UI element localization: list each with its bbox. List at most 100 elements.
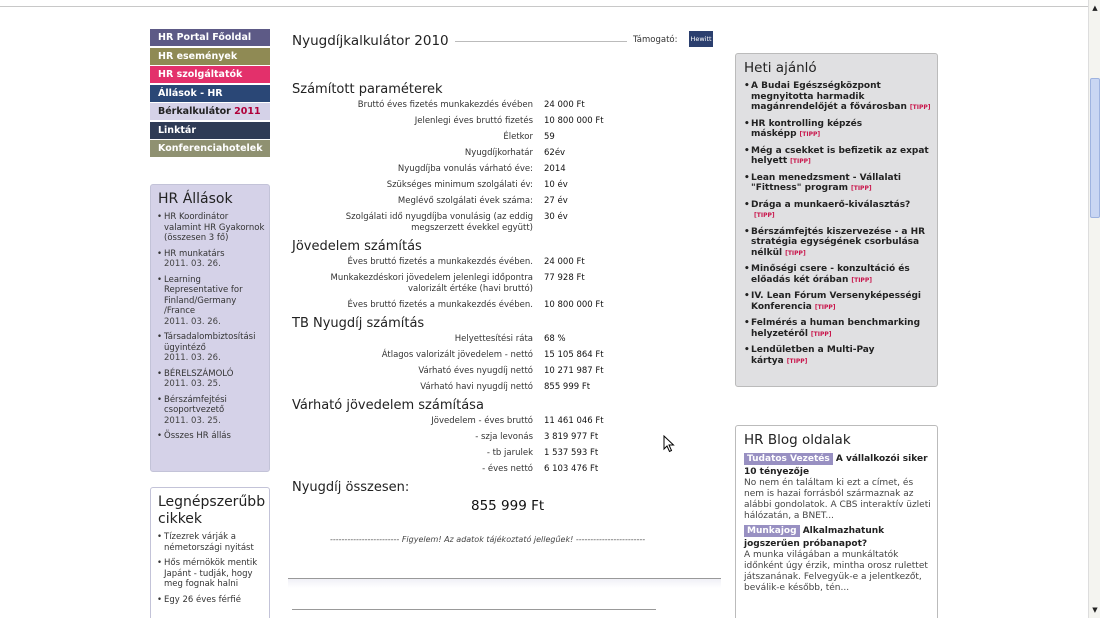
calc-row-label: Éves bruttó fizetés a munkakezdés évében… bbox=[347, 257, 533, 267]
heti-item[interactable]: HR kontrolling képzés másképp[TIPP] bbox=[744, 119, 931, 141]
heti-item[interactable]: Lean menedzsment - Vállalati "Fittness" … bbox=[744, 173, 931, 195]
calc-row: Jelenlegi éves bruttó fizetés 10 800 000 … bbox=[292, 116, 722, 127]
calc-row-value: 2014 bbox=[544, 164, 566, 174]
sponsor-label: Támogató: bbox=[633, 35, 678, 45]
nav-item[interactable]: HR események bbox=[150, 47, 270, 65]
calc-row-value: 24 000 Ft bbox=[544, 257, 585, 267]
nav-item[interactable]: Konferenciahotelek bbox=[150, 140, 270, 157]
tipp-badge[interactable]: [TIPP] bbox=[815, 304, 836, 311]
tipp-badge[interactable]: [TIPP] bbox=[851, 185, 872, 192]
calc-row: Éves bruttó fizetés a munkakezdés évében… bbox=[292, 300, 722, 311]
calc-row-value: 10 800 000 Ft bbox=[544, 116, 604, 126]
hr-job-item[interactable]: BÉRELSZÁMOLÓ2011. 03. 25. bbox=[157, 369, 265, 390]
calc-row-label: Várható havi nyugdíj nettó bbox=[420, 382, 533, 392]
blog-tag[interactable]: Munkajog bbox=[744, 525, 800, 537]
hr-allasok-box: HR Állások HR Koordinátor valamint HR Gy… bbox=[150, 184, 270, 472]
heti-ajanlo-box: Heti ajánló A Budai Egészségközpont megn… bbox=[735, 53, 938, 387]
nav-item[interactable]: Bérkalkulátor 2011 bbox=[150, 103, 270, 120]
hr-job-item[interactable]: Bérszámfejtési csoportvezető2011. 03. 25… bbox=[157, 395, 265, 427]
tipp-badge[interactable]: [TIPP] bbox=[851, 277, 872, 284]
nepszeru-list: Tízezrek várják a németországi nyitást Hő… bbox=[151, 532, 269, 614]
nav-item-label: Konferenciahotelek bbox=[158, 143, 263, 154]
calc-row: Jövedelem - éves bruttó 11 461 046 Ft bbox=[292, 416, 722, 427]
hr-job-item[interactable]: Összes HR állás bbox=[157, 431, 265, 442]
nav-item-label: HR események bbox=[158, 50, 238, 62]
hr-job-date: 2011. 03. 25. bbox=[164, 415, 221, 426]
bottom-divider bbox=[292, 609, 656, 610]
calc-row-label: Nyugdíjkorhatár bbox=[464, 148, 533, 158]
scroll-thumb[interactable] bbox=[1090, 78, 1100, 218]
browser-top-edge bbox=[0, 0, 1088, 7]
heti-item[interactable]: Bérszámfejtés kiszervezése - a HR straté… bbox=[744, 227, 931, 260]
mouse-cursor-icon bbox=[663, 435, 675, 453]
tipp-badge[interactable]: [TIPP] bbox=[790, 158, 811, 165]
tipp-badge[interactable]: [TIPP] bbox=[811, 331, 832, 338]
calc-row: - éves nettó 6 103 476 Ft bbox=[292, 464, 722, 475]
calc-row-label: Munkakezdéskori jövedelem jelenlegi időp… bbox=[330, 273, 533, 294]
sponsor-logo[interactable]: Hewitt bbox=[689, 31, 713, 47]
heti-item[interactable]: A Budai Egészségközpont megnyitotta harm… bbox=[744, 81, 931, 114]
calc-row: - szja levonás 3 819 977 Ft bbox=[292, 432, 722, 443]
calc-row-label: Meglévő szolgálati évek száma: bbox=[397, 196, 533, 206]
calc-row-label: Éves bruttó fizetés a munkakezdés évében… bbox=[347, 300, 533, 310]
section-title: Várható jövedelem számítása bbox=[292, 398, 484, 413]
hr-job-item[interactable]: HR munkatárs2011. 03. 26. bbox=[157, 249, 265, 270]
scroll-up-icon[interactable]: ▲ bbox=[1090, 2, 1100, 14]
heti-item[interactable]: Lendületben a Multi-Pay kártya[TIPP] bbox=[744, 345, 931, 367]
blog-entry-head[interactable]: Munkajog Alkalmazhatunk jogszerűen próba… bbox=[744, 525, 931, 550]
tipp-badge[interactable]: [TIPP] bbox=[754, 212, 775, 219]
nepszeru-title: Legnépszerűbb cikkek bbox=[158, 494, 266, 527]
hr-job-date: 2011. 03. 26. bbox=[164, 316, 221, 327]
center-divider bbox=[288, 578, 721, 588]
blog-entry-head[interactable]: Tudatos Vezetés A vállalkozói siker 10 t… bbox=[744, 453, 931, 478]
hr-allasok-title: HR Állások bbox=[158, 191, 233, 207]
nav-item[interactable]: Linktár bbox=[150, 121, 270, 139]
page: HR Portal Főoldal HR események HR szolgált… bbox=[0, 0, 1100, 618]
vertical-scrollbar[interactable]: ▲ ▼ bbox=[1088, 0, 1100, 618]
notice: ------------------------ Figyelem! Az ad… bbox=[330, 535, 646, 544]
scroll-down-icon[interactable]: ▼ bbox=[1090, 604, 1100, 616]
hr-allasok-list: HR Koordinátor valamint HR Gyakornok (ös… bbox=[151, 212, 269, 451]
calc-row: Bruttó éves fizetés munkakezdés évében 24… bbox=[292, 100, 722, 111]
nepszeru-box: Legnépszerűbb cikkek Tízezrek várják a n… bbox=[150, 487, 270, 618]
calc-row: Meglévő szolgálati évek száma: 27 év bbox=[292, 196, 722, 207]
nav-item[interactable]: Állások - HR bbox=[150, 84, 270, 102]
tipp-badge[interactable]: [TIPP] bbox=[910, 104, 931, 111]
popular-article-item[interactable]: Egy 26 éves férfié bbox=[157, 595, 265, 606]
popular-article-item[interactable]: Tízezrek várják a németországi nyitást bbox=[157, 532, 265, 553]
calc-sections: Számított paraméterek Bruttó éves fizetés… bbox=[292, 82, 722, 475]
tipp-badge[interactable]: [TIPP] bbox=[787, 358, 808, 365]
calculator: Nyugdíjkalkulátor 2010 Támogató: Hewitt … bbox=[292, 30, 722, 545]
blog-excerpt: A munka világában a munkáltatók időnként… bbox=[744, 550, 928, 593]
heti-item[interactable]: Felmérés a human benchmarking helyzetérő… bbox=[744, 318, 931, 340]
tipp-badge[interactable]: [TIPP] bbox=[800, 131, 821, 138]
blog-tag[interactable]: Tudatos Vezetés bbox=[744, 453, 833, 465]
tipp-badge[interactable]: [TIPP] bbox=[785, 250, 806, 257]
heti-item[interactable]: Minőségi csere - konzultáció és előadás … bbox=[744, 264, 931, 286]
total-title: Nyugdíj összesen: bbox=[292, 480, 410, 495]
hr-job-date: 2011. 03. 25. bbox=[164, 379, 221, 389]
hr-job-text: Learning Representative for Finland/Germ… bbox=[164, 274, 243, 317]
nav-item[interactable]: HR Portal Főoldal bbox=[150, 29, 270, 46]
nav-item-highlight: 2011 bbox=[234, 106, 261, 117]
calc-row-label: Várható éves nyugdíj nettó bbox=[418, 366, 533, 376]
hr-blog-box: HR Blog oldalak Tudatos Vezetés A vállal… bbox=[735, 425, 938, 618]
heti-item[interactable]: IV. Lean Fórum Versenyképességi Konferen… bbox=[744, 291, 931, 313]
hr-job-item[interactable]: Learning Representative for Finland/Germ… bbox=[157, 275, 265, 328]
calc-row: Átlagos valorizált jövedelem - nettó 15 1… bbox=[292, 350, 722, 361]
calc-row-value: 68 % bbox=[544, 334, 566, 344]
calc-row-label: Átlagos valorizált jövedelem - nettó bbox=[381, 350, 533, 360]
heti-item[interactable]: Drága a munkaerő-kiválasztás? [TIPP] bbox=[744, 200, 931, 222]
nav-item-label: HR Portal Főoldal bbox=[158, 32, 252, 43]
heti-item[interactable]: Még a csekket is befizetik az expat hely… bbox=[744, 146, 931, 168]
heti-item-text: Lendületben a Multi-Pay kártya bbox=[751, 345, 875, 366]
calc-row: Szükséges minimum szolgálati év: 10 év bbox=[292, 180, 722, 191]
hr-job-item[interactable]: Társadalombiztosítási ügyintéző2011. 03.… bbox=[157, 332, 265, 364]
nav-item[interactable]: HR szolgáltatók bbox=[150, 66, 270, 83]
heti-item-text: Minőségi csere - konzultáció és előadás … bbox=[751, 264, 910, 285]
hr-job-item[interactable]: HR Koordinátor valamint HR Gyakornok (ös… bbox=[157, 212, 265, 244]
popular-article-item[interactable]: Hős mérnökök mentik Japánt - tudják, hog… bbox=[157, 558, 265, 590]
calc-row-label: - tb jarulek bbox=[486, 448, 533, 458]
calc-row-value: 77 928 Ft bbox=[544, 273, 585, 283]
title-divider bbox=[442, 41, 627, 42]
